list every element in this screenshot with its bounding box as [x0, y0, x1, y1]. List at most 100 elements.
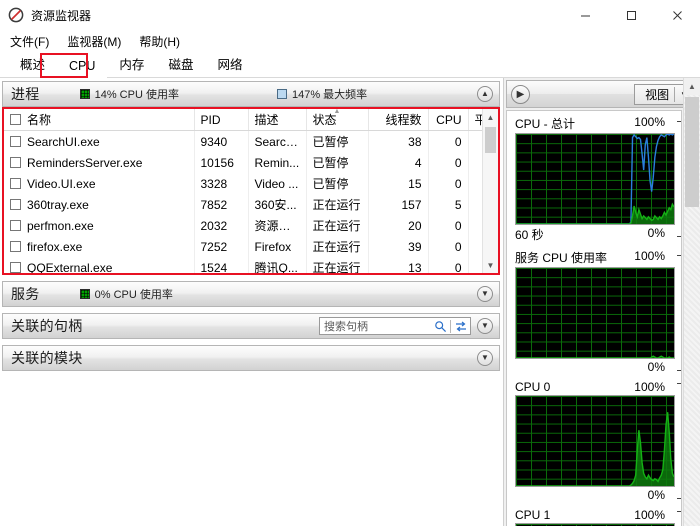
row-checkbox[interactable]: [10, 177, 21, 189]
row-checkbox[interactable]: [10, 261, 21, 273]
processes-table-body: SearchUI.exe9340Search ...已暂停3800.00Remi…: [4, 130, 482, 273]
table-row[interactable]: firefox.exe 7252Firefox正在运行3900.42: [4, 236, 482, 257]
minimize-button[interactable]: [562, 0, 608, 30]
tab-network[interactable]: 网络: [205, 49, 254, 78]
services-cpu-usage: 0% CPU 使用率: [79, 286, 173, 302]
graph-top-labels: CPU 1 100%: [515, 508, 675, 523]
maximize-button[interactable]: [608, 0, 654, 30]
graph-title: 服务 CPU 使用率: [515, 251, 608, 265]
cell-desc: 资源和...: [248, 215, 307, 236]
processes-section-header[interactable]: 进程 14% CPU 使用率 147% 最大频率 ▲: [2, 81, 500, 107]
refresh-arrows-icon[interactable]: [454, 320, 468, 333]
column-header-status[interactable]: ▲ 状态: [306, 109, 369, 131]
column-header-threads[interactable]: 线程数: [368, 109, 429, 131]
cell-name: RemindersServer.exe: [27, 155, 143, 170]
scrollbar-thumb[interactable]: [685, 97, 699, 207]
search-icon[interactable]: [434, 320, 447, 333]
scroll-up-icon[interactable]: ▲: [684, 78, 700, 95]
graph-axis-bracket: [677, 383, 681, 499]
tab-cpu[interactable]: CPU: [57, 54, 108, 78]
row-checkbox[interactable]: [10, 219, 21, 231]
row-checkbox[interactable]: [10, 156, 21, 168]
services-section-header[interactable]: 服务 0% CPU 使用率 ▼: [2, 281, 500, 307]
services-cpu-usage-text: 0% CPU 使用率: [94, 289, 173, 301]
cell-threads: 157: [368, 194, 429, 215]
processes-title: 进程: [11, 86, 40, 102]
cell-avgcpu: 0.42: [468, 236, 482, 257]
handles-section-header[interactable]: 关联的句柄 搜索句柄 ▼: [2, 313, 500, 339]
column-header-description[interactable]: 描述: [248, 109, 307, 131]
graph-bottom-labels: 0%: [515, 487, 675, 502]
graph-block: 服务 CPU 使用率 100% 0%: [515, 249, 681, 374]
graph-top-labels: CPU 0 100%: [515, 380, 675, 395]
close-button[interactable]: [654, 0, 700, 30]
cell-status: 正在运行: [306, 194, 369, 215]
cell-cpu: 0: [428, 215, 469, 236]
cell-threads: 13: [368, 257, 429, 273]
scrollbar-thumb[interactable]: [485, 127, 496, 153]
cell-desc: Remin...: [248, 152, 307, 173]
table-row[interactable]: Video.UI.exe 3328Video ...已暂停1500.00: [4, 173, 482, 194]
graph-canvas-wrap: [515, 121, 681, 237]
cell-name: 360tray.exe: [27, 197, 89, 212]
graph-title: CPU 0: [515, 380, 551, 394]
cell-status: 正在运行: [306, 236, 369, 257]
graph-canvas-wrap: [515, 383, 681, 499]
column-header-pid[interactable]: PID: [194, 109, 249, 131]
search-input[interactable]: 搜索句柄: [324, 318, 434, 334]
table-row[interactable]: RemindersServer.exe 10156Remin...已暂停400.0…: [4, 152, 482, 173]
graph-title: CPU - 总计: [515, 117, 576, 131]
window-title: 资源监视器: [31, 8, 92, 23]
tab-disk[interactable]: 磁盘: [156, 49, 205, 78]
column-header-name[interactable]: 名称: [4, 109, 195, 131]
graph-bottom-labels: 60 秒 0%: [515, 225, 675, 243]
processes-cpu-usage-text: 14% CPU 使用率: [94, 89, 179, 101]
left-pane: 进程 14% CPU 使用率 147% 最大频率 ▲ 名称 PID 描述 ▲ 状…: [0, 78, 503, 526]
chevron-down-icon[interactable]: ▼: [477, 318, 493, 334]
cell-status: 已暂停: [306, 173, 369, 194]
chevron-up-icon[interactable]: ▲: [477, 86, 493, 102]
cell-desc: 腾讯Q...: [248, 257, 307, 273]
row-checkbox[interactable]: [10, 240, 21, 252]
cell-desc: 360安...: [248, 194, 307, 215]
modules-section-header[interactable]: 关联的模块 ▼: [2, 345, 500, 371]
row-checkbox[interactable]: [10, 198, 21, 210]
right-pane-scrollbar[interactable]: ▲ ▼: [683, 78, 700, 526]
cell-threads: 38: [368, 130, 429, 152]
graph-plot-area: [515, 395, 675, 487]
scroll-up-icon[interactable]: ▲: [483, 109, 498, 125]
cell-cpu: 0: [428, 236, 469, 257]
table-row[interactable]: QQExternal.exe 1524腾讯Q...正在运行1300.34: [4, 257, 482, 273]
services-title: 服务: [11, 286, 40, 302]
chevron-right-circle-icon[interactable]: ▶: [511, 84, 530, 104]
handle-search-box[interactable]: 搜索句柄: [319, 317, 471, 335]
table-row[interactable]: perfmon.exe 2032资源和...正在运行2001.12: [4, 215, 482, 236]
cell-pid: 9340: [194, 130, 249, 152]
table-row[interactable]: 360tray.exe 7852360安...正在运行15752.37: [4, 194, 482, 215]
cell-status: 已暂停: [306, 130, 369, 152]
row-checkbox[interactable]: [10, 135, 21, 147]
column-label-status: 状态: [312, 113, 337, 127]
processes-scrollbar[interactable]: ▲ ▼: [482, 109, 498, 273]
graph-series: [516, 134, 674, 224]
handles-title: 关联的句柄: [11, 318, 83, 334]
tab-strip: 概述 CPU 内存 磁盘 网络: [0, 52, 700, 78]
tab-memory[interactable]: 内存: [107, 49, 156, 78]
divider: [674, 86, 676, 102]
cell-threads: 39: [368, 236, 429, 257]
scroll-down-icon[interactable]: ▼: [483, 257, 498, 273]
column-header-cpu[interactable]: CPU: [428, 109, 469, 131]
column-header-avg-cpu[interactable]: 平均 CPU: [468, 109, 482, 131]
chevron-down-icon[interactable]: ▼: [477, 286, 493, 302]
cell-cpu: 0: [428, 152, 469, 173]
select-all-checkbox[interactable]: [10, 114, 21, 125]
graph-canvas-wrap: [515, 255, 681, 371]
graph-plot-area: [515, 267, 675, 359]
graph-axis-bracket: [677, 255, 681, 371]
tab-overview[interactable]: 概述: [8, 49, 57, 78]
table-row[interactable]: SearchUI.exe 9340Search ...已暂停3800.00: [4, 130, 482, 152]
graph-block: CPU 1 100%: [515, 508, 681, 526]
column-label-name: 名称: [27, 113, 52, 127]
cell-name: QQExternal.exe: [27, 260, 113, 274]
chevron-down-icon[interactable]: ▼: [477, 350, 493, 366]
